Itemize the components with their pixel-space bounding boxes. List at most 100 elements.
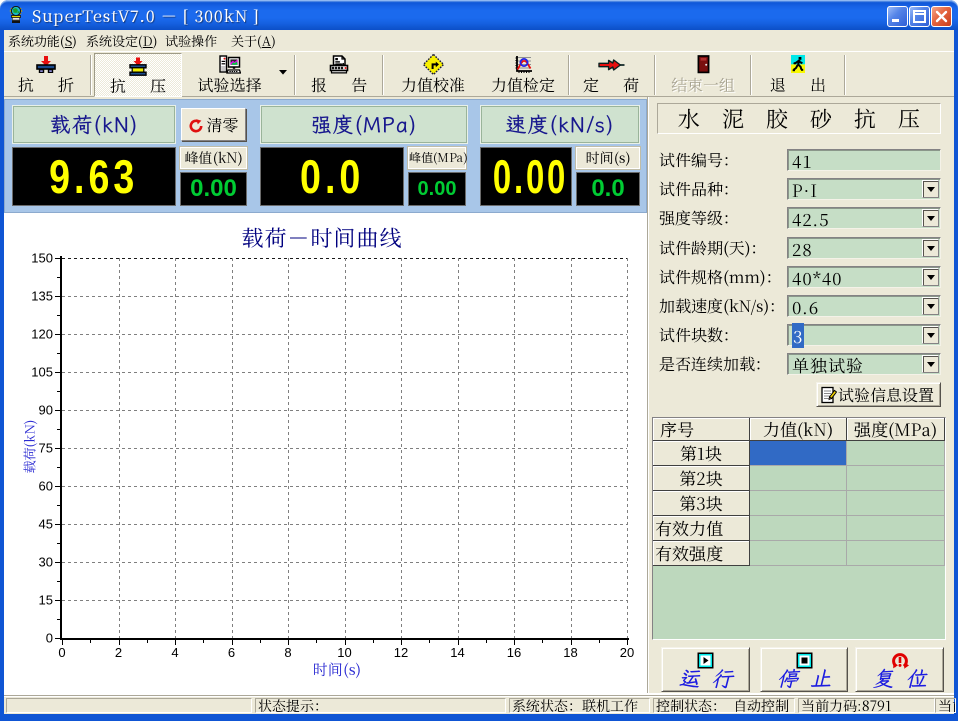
combo-dropdown-button[interactable] (922, 326, 939, 344)
clear-button[interactable]: 清零 (181, 108, 246, 141)
reset-button[interactable]: 复位 (855, 647, 944, 692)
load-peak-display: 0.00 (180, 172, 247, 206)
clear-reset-icon (188, 118, 204, 134)
red-arrow-icon (572, 55, 650, 73)
toolbar-test-select-button[interactable]: 试验选择 (185, 54, 274, 95)
table-header-force: 力值(kN) (750, 418, 847, 441)
combo-arrow-icon (927, 216, 935, 221)
toolbar-end-group-label: 结束一组 (659, 75, 747, 94)
menu-system-settings[interactable]: 系统设定(D) (79, 30, 164, 51)
table-cell-force-effective[interactable] (750, 541, 847, 566)
svg-text:30: 30 (39, 555, 53, 570)
chart-x-axis-label: 时间(s) (313, 659, 361, 680)
calibration-sign-icon (386, 55, 480, 73)
toolbar-force-calibration-button[interactable]: 力值校准 (386, 54, 480, 95)
combo-dropdown-button[interactable] (922, 355, 939, 373)
strength-panel-header: 强度(MPa) (260, 105, 468, 144)
titlebar[interactable]: SuperTestV7.0 － [ 300kN ] (0, 0, 958, 30)
toolbar-compression-button[interactable]: 抗压 (94, 53, 182, 97)
toolbar-separator (294, 55, 296, 95)
printer-icon (298, 55, 380, 73)
strength-peak-label: 峰值(MPa) (408, 147, 466, 169)
combo-dropdown-button[interactable] (922, 180, 939, 198)
test-info-settings-button[interactable]: 试验信息设置 (816, 382, 941, 407)
toolbar-constant-load-button[interactable]: 定荷 (572, 54, 650, 95)
continuous-load-combo[interactable]: 单独试验 (787, 353, 941, 375)
status-panel-system-state: 系统状态：联机工作 (509, 698, 650, 713)
specimen-number-input[interactable]: 41 (787, 149, 941, 171)
load-rate-combo[interactable]: 0.6 (787, 295, 941, 317)
table-cell-strength-3[interactable] (847, 491, 945, 516)
flexural-test-icon (5, 55, 87, 73)
specimen-type-combo[interactable]: P·I (787, 178, 941, 200)
notepad-pencil-icon (820, 386, 837, 404)
exit-runner-icon (755, 55, 841, 73)
run-button[interactable]: 运行 (661, 647, 750, 692)
form-title: 水泥胶砂抗压 (657, 103, 941, 134)
toolbar-end-group-button[interactable]: 结束一组 (659, 54, 747, 95)
strength-peak-display: 0.00 (408, 172, 466, 206)
specimen-size-label: 试件规格(mm)： (659, 266, 782, 288)
svg-text:15: 15 (39, 593, 53, 608)
table-cell-strength-1[interactable] (847, 441, 945, 466)
menu-system-functions[interactable]: 系统功能(S) (1, 30, 84, 51)
combo-arrow-icon (927, 187, 935, 192)
toolbar-exit-button[interactable]: 退出 (755, 54, 841, 95)
combo-dropdown-button[interactable] (922, 239, 939, 257)
toolbar-report-label: 报告 (298, 75, 380, 94)
table-cell-force-2[interactable] (750, 466, 847, 491)
toolbar-flexural-button[interactable]: 抗折 (5, 54, 87, 95)
speed-panel-header: 速度(kN/s) (480, 105, 640, 144)
svg-text:90: 90 (39, 403, 53, 418)
stop-button[interactable]: 停止 (760, 647, 848, 692)
toolbar-force-verification-button[interactable]: 力值检定 (481, 54, 565, 95)
combo-dropdown-button[interactable] (922, 209, 939, 227)
specimen-number-label: 试件编号： (659, 149, 739, 171)
menu-test-operation[interactable]: 试验操作 (158, 30, 224, 51)
time-display: 0.0 (576, 172, 640, 206)
table-cell-strength-2[interactable] (847, 466, 945, 491)
menu-about[interactable]: 关于(A) (224, 30, 283, 51)
chart-y-axis-label: 载荷(kN) (20, 372, 39, 522)
svg-text:0: 0 (58, 645, 65, 660)
svg-text:16: 16 (507, 645, 521, 660)
table-cell-force-valid[interactable] (750, 516, 847, 541)
close-button[interactable] (931, 6, 952, 27)
svg-text:10: 10 (337, 645, 351, 660)
strength-grade-combo[interactable]: 42.5 (787, 207, 941, 229)
maximize-button[interactable] (909, 6, 930, 27)
combo-arrow-icon (927, 275, 935, 280)
svg-text:135: 135 (31, 289, 53, 304)
table-cell-strength-effective[interactable] (847, 541, 945, 566)
toolbar-constant-load-label: 定荷 (572, 75, 650, 94)
svg-text:0: 0 (46, 631, 53, 646)
window-border-bottom (0, 714, 958, 721)
toolbar-separator (750, 55, 752, 95)
panel-divider (647, 97, 651, 693)
toolbar-report-button[interactable]: 报告 (298, 54, 380, 95)
table-row-label: 第3块 (653, 491, 750, 516)
table-cell-force-3[interactable] (750, 491, 847, 516)
block-count-combo[interactable]: 3 (787, 324, 941, 346)
stop-label: 停止 (761, 667, 847, 689)
specimen-type-label: 试件品种： (659, 178, 739, 200)
specimen-age-combo[interactable]: 28 (787, 237, 941, 259)
app-icon (7, 6, 25, 24)
table-row-label: 第2块 (653, 466, 750, 491)
toolbar-exit-label: 退出 (755, 75, 841, 94)
toolbar-separator (90, 55, 92, 95)
svg-text:6: 6 (228, 645, 235, 660)
toolbar-separator (654, 55, 656, 95)
svg-text:18: 18 (563, 645, 577, 660)
toolbar: 抗折 抗压 (4, 51, 954, 97)
table-row-label: 有效强度 (653, 541, 750, 566)
toolbar-separator (568, 55, 570, 95)
svg-text:12: 12 (394, 645, 408, 660)
toolbar-test-select-dropdown[interactable] (274, 54, 290, 95)
table-cell-strength-valid[interactable] (847, 516, 945, 541)
combo-dropdown-button[interactable] (922, 268, 939, 286)
minimize-button[interactable] (887, 6, 908, 27)
specimen-size-combo[interactable]: 40*40 (787, 266, 941, 288)
table-cell-force-1[interactable] (750, 441, 847, 466)
combo-dropdown-button[interactable] (922, 297, 939, 315)
